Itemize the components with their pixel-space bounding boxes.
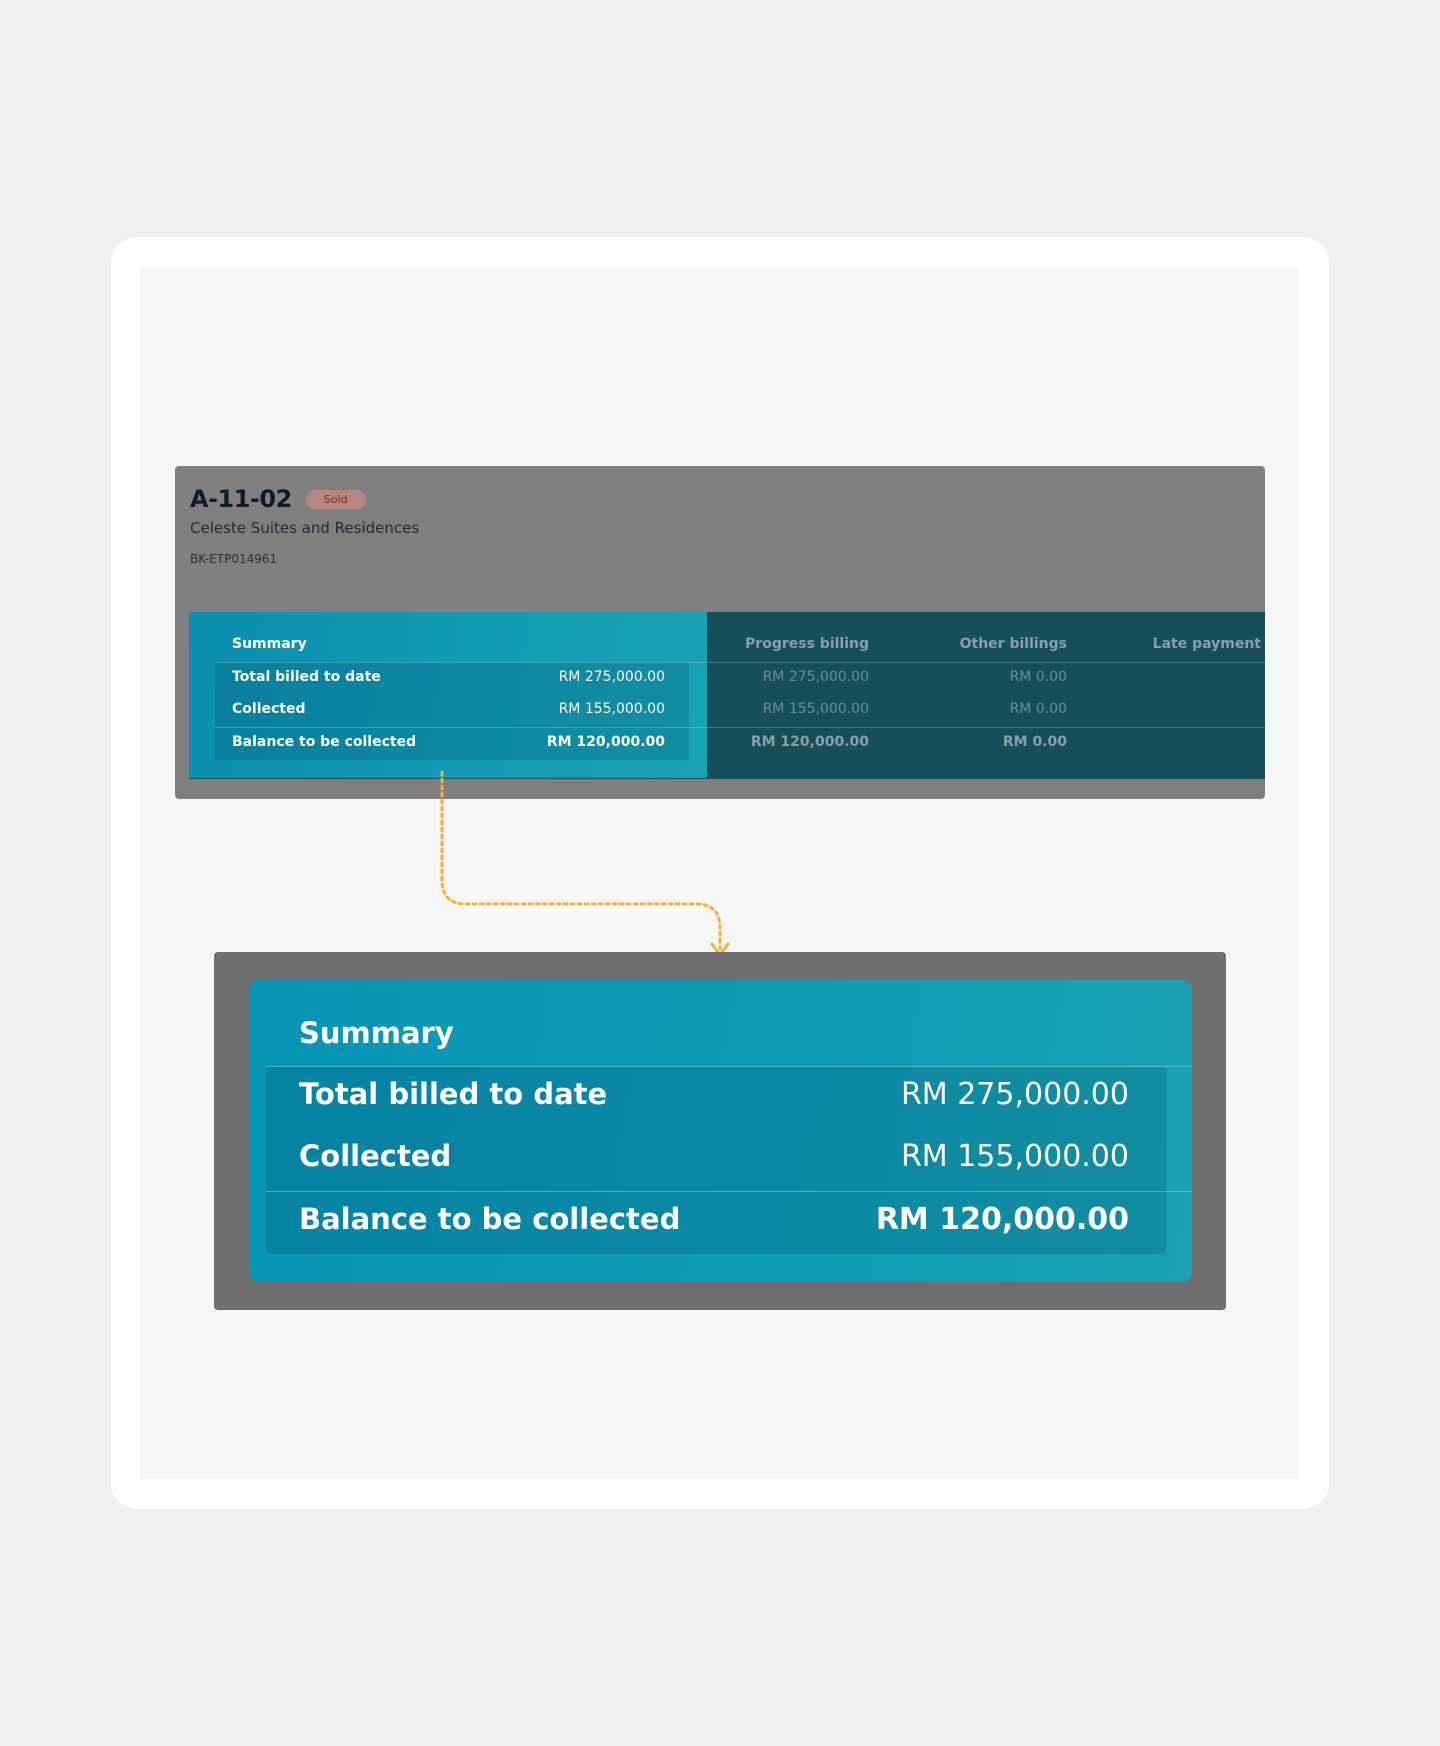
summary-zoom-label: Balance to be collected: [299, 1202, 681, 1236]
summary-zoom-value: RM 275,000.00: [900, 1077, 1129, 1112]
summary-zoom-label: Collected: [299, 1139, 452, 1173]
summary-zoom-value: RM 120,000.00: [875, 1202, 1129, 1237]
summary-zoom-card: Summary Total billed to date RM 275,000.…: [249, 980, 1192, 1282]
summary-zoom-value: RM 155,000.00: [900, 1139, 1129, 1174]
summary-zoom-header: Summary: [299, 1016, 454, 1050]
summary-zoom-divider: [266, 1191, 1192, 1192]
summary-zoom-divider: [266, 1066, 1192, 1067]
dotted-arrow-icon: [440, 770, 730, 957]
summary-zoom-label: Total billed to date: [299, 1077, 608, 1111]
